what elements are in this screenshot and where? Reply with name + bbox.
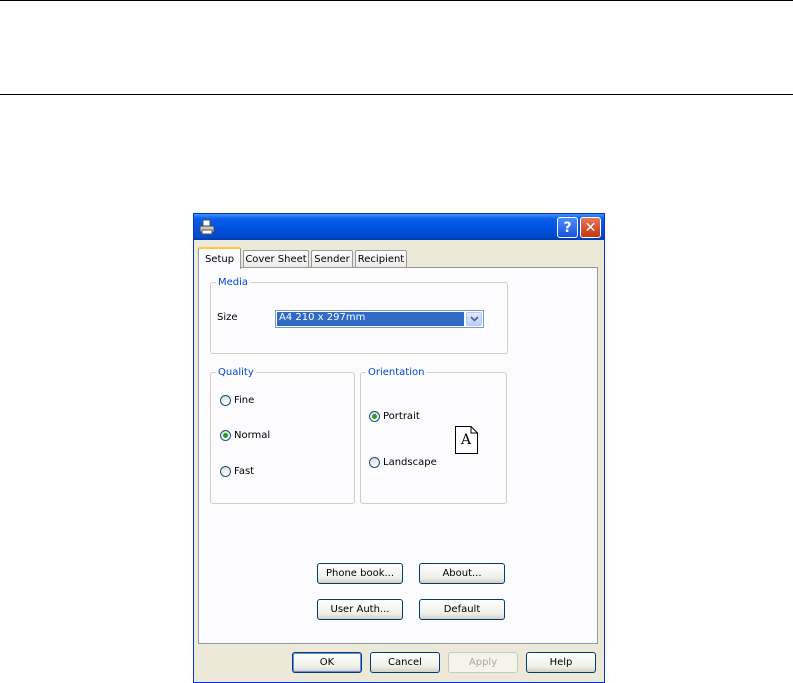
user-auth-button[interactable]: User Auth... [317, 599, 403, 620]
default-button[interactable]: Default [419, 599, 505, 620]
radio-button[interactable] [220, 465, 231, 477]
header-rule [0, 94, 793, 95]
tab-setup[interactable]: Setup [198, 247, 241, 269]
page-preview-letter: A [461, 432, 472, 448]
apply-button[interactable]: Apply [448, 652, 518, 673]
cancel-button[interactable]: Cancel [370, 652, 440, 673]
orientation-legend: Orientation [368, 367, 425, 378]
about-button[interactable]: About... [419, 563, 505, 584]
quality-normal-option[interactable]: Normal [220, 428, 270, 442]
radio-button[interactable] [369, 456, 380, 468]
quality-fine-label: Fine [234, 394, 255, 406]
size-select-value: A4 210 x 297mm [277, 312, 464, 326]
size-label: Size [217, 312, 238, 323]
radio-button[interactable] [220, 394, 231, 406]
media-legend: Media [218, 277, 249, 288]
tab-cover-sheet[interactable]: Cover Sheet [243, 250, 309, 268]
title-bar[interactable]: ? ✕ [194, 214, 604, 240]
help-title-button[interactable]: ? [557, 217, 578, 238]
quality-legend: Quality [218, 367, 254, 378]
printer-icon [199, 219, 215, 235]
tab-recipient[interactable]: Recipient [355, 250, 407, 268]
fax-properties-dialog: ? ✕ Setup Cover Sheet Sender Recipient M… [193, 213, 605, 683]
radio-button-selected[interactable] [220, 429, 231, 441]
quality-normal-label: Normal [234, 429, 271, 441]
ok-button[interactable]: OK [292, 652, 362, 673]
tab-sender[interactable]: Sender [311, 250, 353, 268]
setup-panel: Media Size A4 210 x 297mm Quality Fine N… [198, 267, 598, 644]
top-rule [0, 0, 793, 1]
quality-fine-option[interactable]: Fine [220, 393, 254, 407]
quality-fast-label: Fast [234, 465, 255, 477]
page-preview-icon: A [455, 426, 478, 454]
orientation-group: Orientation [360, 367, 507, 504]
quality-fast-option[interactable]: Fast [220, 464, 254, 478]
orientation-landscape-option[interactable]: Landscape [369, 455, 437, 469]
chevron-down-icon[interactable] [466, 312, 482, 326]
phone-book-button[interactable]: Phone book... [317, 563, 403, 584]
size-select[interactable]: A4 210 x 297mm [275, 310, 484, 328]
orientation-portrait-label: Portrait [383, 410, 420, 422]
orientation-landscape-label: Landscape [383, 456, 437, 468]
radio-button-selected[interactable] [369, 410, 380, 422]
help-button[interactable]: Help [526, 652, 596, 673]
orientation-portrait-option[interactable]: Portrait [369, 409, 420, 423]
close-button[interactable]: ✕ [580, 217, 601, 238]
